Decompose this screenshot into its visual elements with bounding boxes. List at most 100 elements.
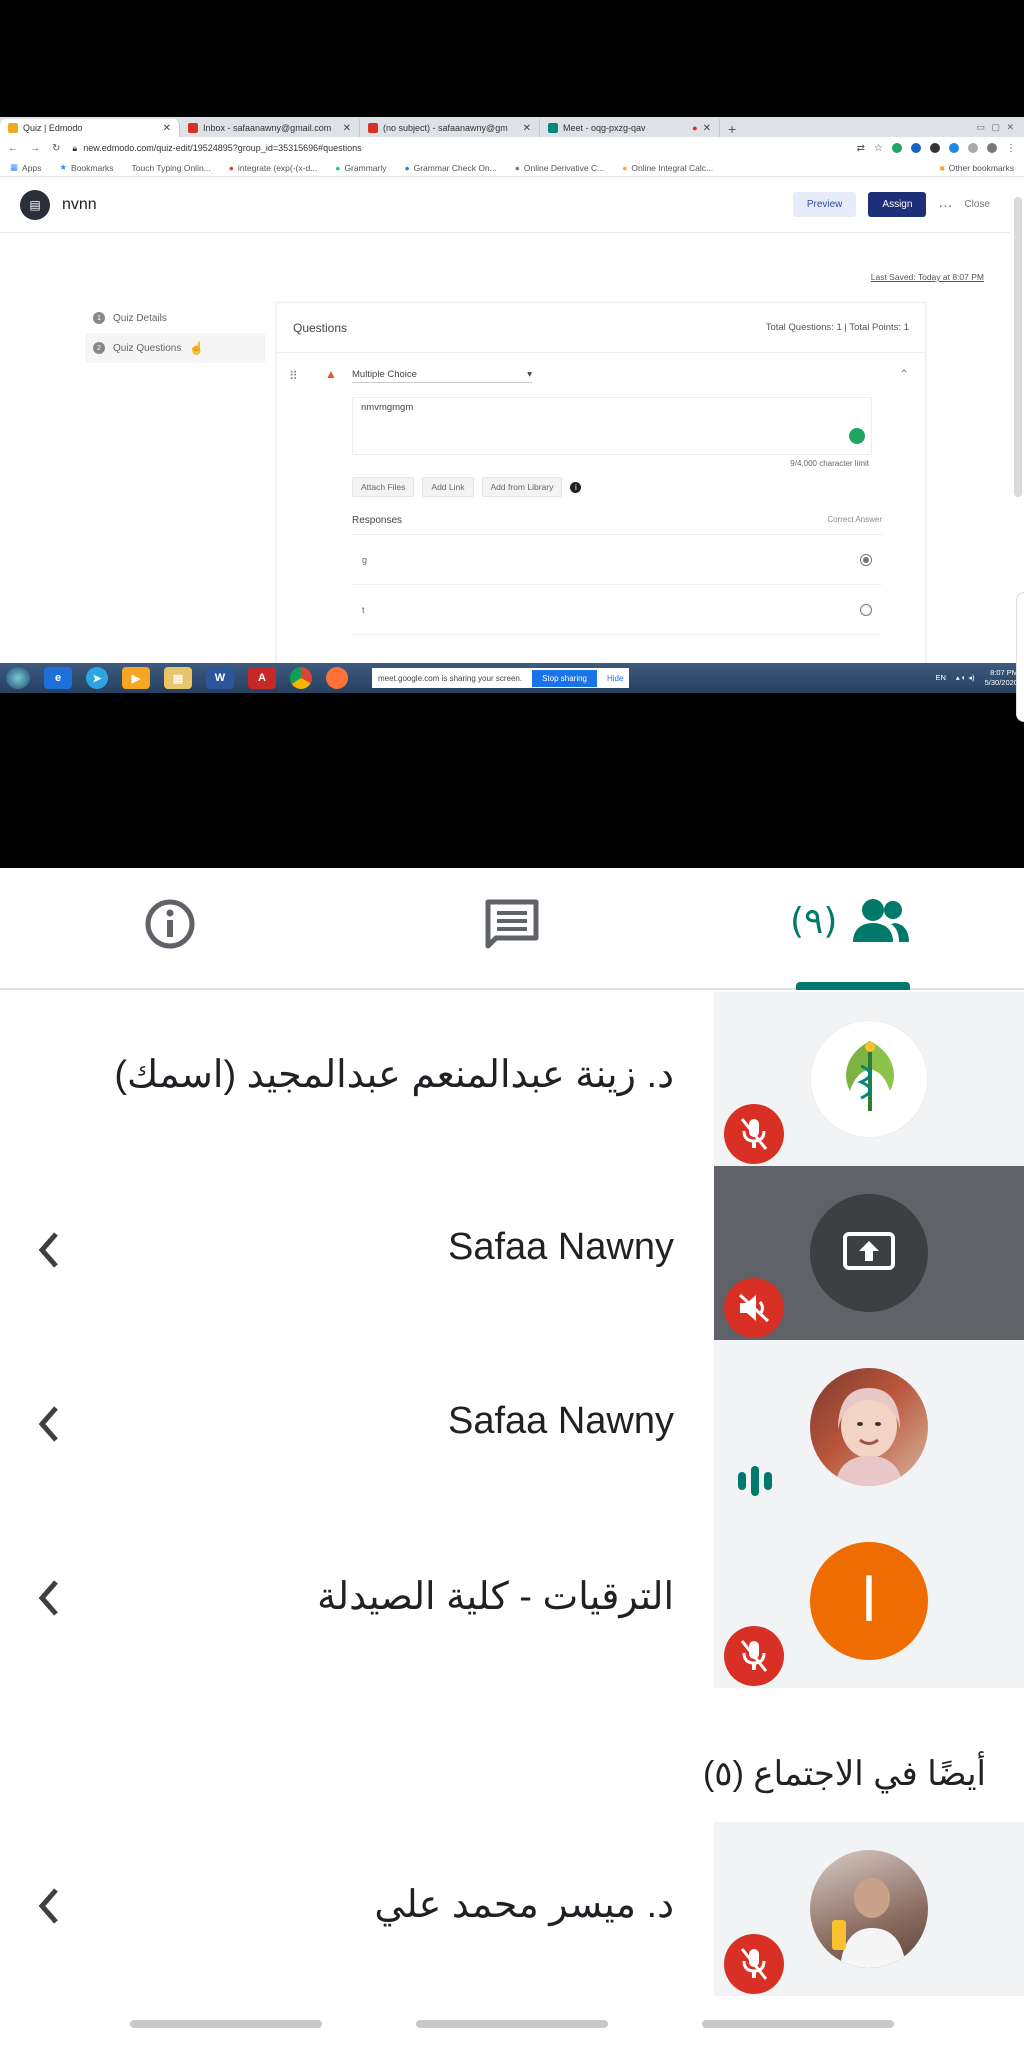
- back-icon[interactable]: ←: [8, 143, 18, 154]
- participant-row[interactable]: د. زينة عبدالمنعم عبدالمجيد (اسمك): [0, 992, 1024, 1166]
- chevron-left-icon[interactable]: [34, 1228, 64, 1272]
- participant-row[interactable]: Safaa Nawny: [0, 1340, 1024, 1514]
- stop-sharing-button[interactable]: Stop sharing: [532, 669, 597, 687]
- language-indicator[interactable]: EN: [935, 673, 945, 683]
- bookmark-integrate[interactable]: ● integrate (exp(-(x-d...: [229, 163, 318, 173]
- step-number: 1: [93, 312, 105, 324]
- star-icon[interactable]: ☆: [874, 143, 883, 154]
- browser-tab-meet[interactable]: Meet - oqg-pxzg-qav ● ✕: [540, 119, 720, 137]
- add-link-button[interactable]: Add Link: [422, 477, 474, 497]
- hide-link[interactable]: Hide: [607, 674, 623, 683]
- chevron-up-icon[interactable]: ⌃: [899, 367, 909, 381]
- add-from-library-button[interactable]: Add from Library: [481, 477, 563, 497]
- close-tab-icon[interactable]: ✕: [523, 123, 531, 134]
- participant-name: د. زينة عبدالمنعم عبدالمجيد (اسمك): [114, 1054, 674, 1096]
- folder-icon: ■: [939, 162, 945, 173]
- close-tab-icon[interactable]: ✕: [163, 123, 171, 134]
- sidebar-item-quiz-details[interactable]: 1 Quiz Details: [85, 303, 265, 333]
- answer-text[interactable]: g: [362, 555, 367, 565]
- translate-icon[interactable]: ⇄: [857, 143, 865, 154]
- people-icon: [853, 899, 910, 942]
- bookmark-bookmarks[interactable]: ★ Bookmarks: [59, 162, 113, 173]
- bookmark-other[interactable]: ■ Other bookmarks: [940, 163, 1014, 173]
- bookmark-typing[interactable]: Touch Typing Onlin...: [132, 163, 211, 173]
- extension-icon[interactable]: [892, 142, 902, 153]
- volume-off-icon: [724, 1278, 784, 1338]
- info-icon[interactable]: i: [570, 481, 582, 493]
- chat-tab[interactable]: [484, 896, 540, 957]
- sidebar-item-quiz-questions[interactable]: 2 Quiz Questions ☝: [85, 333, 265, 363]
- close-tab-icon[interactable]: ✕: [343, 123, 351, 134]
- telegram-icon[interactable]: ➤: [86, 667, 108, 689]
- bookmark-grammar-check[interactable]: ● Grammar Check On...: [404, 163, 496, 173]
- close-tab-icon[interactable]: ✕: [703, 123, 711, 134]
- word-icon[interactable]: W: [206, 667, 234, 689]
- chevron-left-icon[interactable]: [34, 1576, 64, 1620]
- bookmarks-bar: ▦ Apps ★ Bookmarks Touch Typing Onlin... ●…: [0, 159, 1024, 177]
- new-tab-icon[interactable]: +: [720, 121, 744, 137]
- bookmark-apps[interactable]: ▦ Apps: [10, 162, 41, 173]
- extension-icon[interactable]: [968, 142, 978, 153]
- hand-cursor-icon: ☝: [189, 341, 205, 355]
- more-options-icon[interactable]: ···: [938, 197, 952, 213]
- tray-icons[interactable]: ▴ ◐ ◂): [956, 673, 975, 683]
- avatar: [810, 1368, 928, 1486]
- nav-handle[interactable]: [130, 2020, 322, 2028]
- participant-row[interactable]: ا الترقيات - كلية الصيدلة: [0, 1514, 1024, 1688]
- attach-files-button[interactable]: Attach Files: [352, 477, 415, 497]
- correct-answer-radio[interactable]: [860, 553, 872, 566]
- question-type-value: Multiple Choice: [352, 369, 417, 380]
- extension-icon[interactable]: [930, 142, 940, 153]
- bookmark-derivative[interactable]: ● Online Derivative C...: [515, 163, 604, 173]
- preview-button[interactable]: Preview: [792, 192, 857, 217]
- window-controls-icon[interactable]: ▭ ▢ ✕: [968, 122, 1024, 133]
- close-button[interactable]: Close: [964, 199, 990, 210]
- clock[interactable]: 8:07 PM 5/30/2020: [985, 668, 1018, 688]
- avatar: [810, 1194, 928, 1312]
- file-explorer-icon[interactable]: ▤: [164, 667, 192, 689]
- firefox-icon[interactable]: [326, 667, 348, 689]
- participant-row[interactable]: Safaa Nawny: [0, 1166, 1024, 1340]
- browser-tabbar: Quiz | Edmodo ✕ Inbox - safaanawny@gmail…: [0, 117, 1024, 137]
- browser-tab-nosubject[interactable]: (no subject) - safaanawny@gm ✕: [360, 119, 540, 137]
- start-button-icon[interactable]: [6, 667, 30, 689]
- forward-icon[interactable]: →: [30, 143, 40, 154]
- meeting-info-tab[interactable]: [142, 896, 198, 957]
- last-saved-link[interactable]: Last Saved: Today at 8:07 PM: [871, 272, 984, 282]
- question-type-select[interactable]: Multiple Choice ▾: [352, 367, 532, 383]
- nav-handle[interactable]: [416, 2020, 608, 2028]
- ie-icon[interactable]: e: [44, 667, 72, 689]
- bookmark-integral[interactable]: ● Online Integral Calc...: [622, 163, 713, 173]
- bookmark-grammarly[interactable]: ● Grammarly: [335, 163, 386, 173]
- profile-avatar-icon[interactable]: [987, 142, 997, 153]
- grammarly-icon[interactable]: [849, 428, 865, 444]
- avatar: ا: [810, 1542, 928, 1660]
- assign-button[interactable]: Assign: [868, 192, 927, 217]
- browser-tab-quiz[interactable]: Quiz | Edmodo ✕: [0, 119, 180, 137]
- correct-answer-radio[interactable]: [860, 603, 872, 616]
- url-field[interactable]: 🔒︎ new.edmodo.com/quiz-edit/19524895?gro…: [72, 140, 844, 156]
- also-in-meeting-heading: أيضًا في الاجتماع (٥): [702, 1755, 986, 1793]
- participant-row[interactable]: د. ميسر محمد علي: [0, 1822, 1024, 1996]
- avatar: [810, 1020, 928, 1138]
- drag-handle-icon[interactable]: ⠿: [289, 369, 298, 383]
- chevron-left-icon[interactable]: [34, 1402, 64, 1446]
- nav-handle[interactable]: [702, 2020, 894, 2028]
- chevron-left-icon[interactable]: [34, 1884, 64, 1928]
- browser-tab-inbox[interactable]: Inbox - safaanawny@gmail.com ✕: [180, 119, 360, 137]
- page-scrollbar[interactable]: [1014, 197, 1022, 497]
- extension-icon[interactable]: [911, 142, 921, 153]
- people-tab[interactable]: (٩): [790, 896, 911, 946]
- chrome-icon[interactable]: [290, 667, 312, 689]
- menu-kebab-icon[interactable]: ⋮: [1006, 143, 1016, 154]
- bookmark-label: Apps: [22, 162, 42, 173]
- acrobat-icon[interactable]: A: [248, 667, 276, 689]
- extension-icon[interactable]: [949, 142, 959, 153]
- question-text-field[interactable]: nmvmgmgm 9/4,000 character limit: [352, 397, 872, 468]
- answer-text[interactable]: t: [362, 605, 365, 615]
- reload-icon[interactable]: ↻: [52, 143, 60, 154]
- media-player-icon[interactable]: ▶: [122, 667, 150, 689]
- meet-favicon-icon: [548, 123, 558, 133]
- quiz-sidebar: 1 Quiz Details 2 Quiz Questions ☝: [85, 303, 265, 363]
- edge-panel-handle[interactable]: [1016, 592, 1024, 722]
